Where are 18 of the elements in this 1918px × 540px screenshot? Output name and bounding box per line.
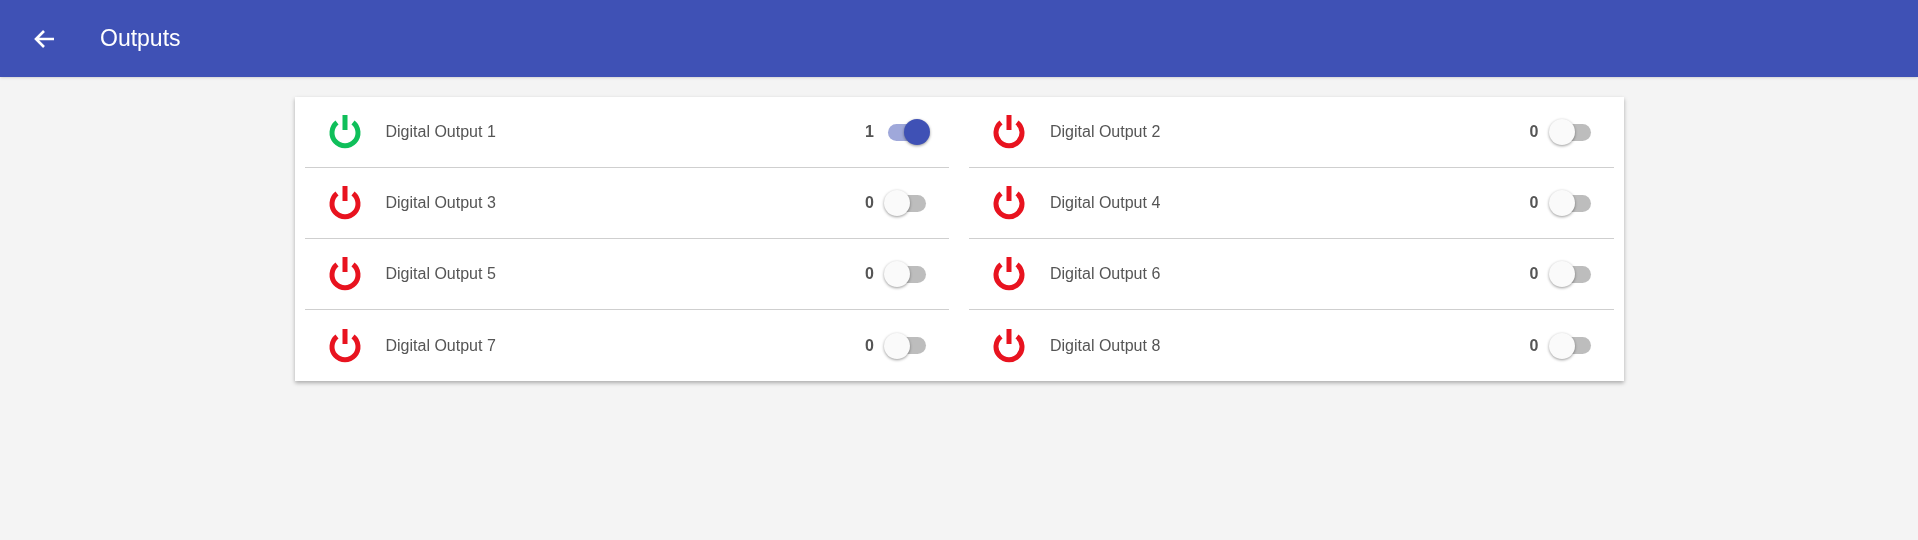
output-value: 1	[865, 122, 874, 142]
output-value: 0	[865, 193, 874, 213]
back-arrow-icon	[33, 28, 55, 49]
output-label: Digital Output 1	[385, 122, 496, 142]
output-value: 0	[1529, 193, 1539, 213]
output-value: 0	[1529, 122, 1539, 142]
page-title: Outputs	[100, 24, 181, 54]
output-value: 0	[865, 335, 874, 356]
output-label: Digital Output 8	[1050, 335, 1161, 356]
output-value: 0	[1529, 335, 1539, 356]
output-label: Digital Output 4	[1050, 193, 1161, 213]
output-label: Digital Output 7	[385, 335, 496, 356]
output-label: Digital Output 2	[1050, 122, 1161, 142]
output-value: 0	[865, 264, 874, 284]
output-label: Digital Output 5	[385, 264, 496, 284]
output-label: Digital Output 3	[385, 193, 496, 213]
output-value: 0	[1529, 264, 1539, 284]
output-label: Digital Output 6	[1050, 264, 1161, 284]
